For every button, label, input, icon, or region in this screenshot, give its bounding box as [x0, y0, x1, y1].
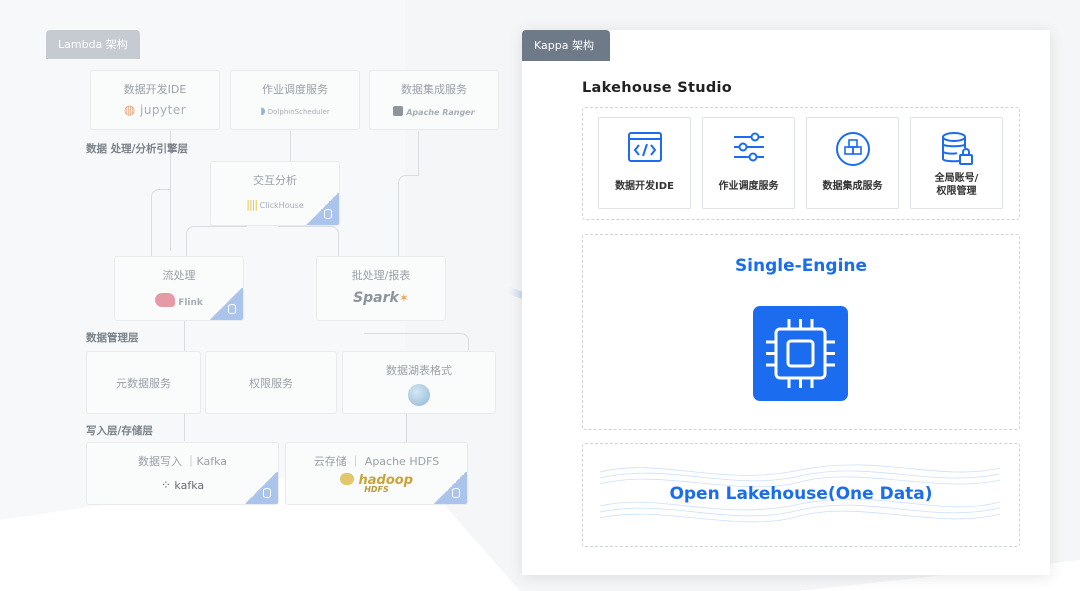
- stream-processing-title: 流处理: [162, 269, 196, 282]
- connector-line: [186, 226, 247, 257]
- stream-processing-box: 流处理 Flink: [114, 256, 244, 321]
- flink-logo-text: Flink: [178, 298, 203, 308]
- lakehouse-studio-title: Lakehouse Studio: [582, 80, 733, 96]
- apache-ranger-logo-text: Apache Ranger: [406, 108, 475, 117]
- cloud-storage-title: 云存储 ｜ Apache HDFS: [313, 455, 440, 468]
- jupyter-logo: ◍ jupyter: [91, 103, 219, 118]
- studio-scheduler-card: 作业调度服务: [702, 117, 795, 209]
- connector-line: [278, 226, 339, 257]
- permission-service-box: 权限服务: [205, 351, 337, 414]
- lambda-architecture-panel: 数据开发IDE ◍ jupyter 作业调度服务 ◗ DolphinSchedu…: [46, 59, 499, 519]
- permission-service-title: 权限服务: [249, 376, 293, 390]
- hadoop-elephant-icon: [339, 473, 354, 485]
- studio-account-permission-card: 全局账号/ 权限管理: [910, 117, 1003, 209]
- kafka-icon: ⁘: [160, 478, 171, 492]
- management-layer-heading: 数据管理层: [86, 332, 139, 344]
- lambda-dev-ide-title: 数据开发IDE: [123, 83, 187, 96]
- lambda-scheduler-box: 作业调度服务 ◗ DolphinScheduler: [230, 70, 360, 130]
- lambda-dev-ide-box: 数据开发IDE ◍ jupyter: [90, 70, 220, 130]
- jupyter-logo-text: jupyter: [139, 103, 187, 117]
- database-badge-icon: [244, 472, 278, 504]
- data-write-box: 数据写入 ｜Kafka ⁘ kafka: [86, 442, 279, 505]
- spark-star-icon: ✶: [398, 291, 409, 305]
- single-engine-title: Single-Engine: [734, 256, 868, 276]
- lambda-integration-box: 数据集成服务 Apache Ranger: [369, 70, 499, 130]
- batch-processing-box: 批处理/报表 Spark✶: [316, 256, 446, 321]
- metadata-service-box: 元数据服务: [86, 351, 201, 414]
- connector-line: [406, 414, 407, 442]
- ranger-icon: [393, 106, 404, 116]
- kafka-logo-text: kafka: [174, 479, 205, 492]
- dolphinscheduler-logo-text: DolphinScheduler: [267, 108, 330, 116]
- studio-scheduler-label: 作业调度服务: [718, 181, 779, 192]
- code-window-icon: [628, 132, 662, 162]
- flink-squirrel-icon: [155, 293, 176, 307]
- table-format-icon: [408, 384, 430, 406]
- jupyter-icon: ◍: [123, 103, 136, 118]
- lambda-scheduler-title: 作业调度服务: [262, 83, 328, 96]
- clickhouse-icon: ||||: [246, 198, 258, 211]
- data-write-title: 数据写入 ｜Kafka: [137, 455, 228, 468]
- cubes-icon: [836, 132, 870, 166]
- dolphin-icon: ◗: [260, 106, 266, 117]
- studio-account-label-line2: 权限管理: [936, 186, 977, 197]
- sliders-icon: [734, 132, 764, 162]
- spark-logo-text: Spark: [353, 290, 399, 306]
- lambda-integration-title: 数据集成服务: [401, 83, 467, 96]
- connector-line: [290, 131, 291, 161]
- database-badge-icon: [209, 288, 243, 320]
- open-lakehouse-title: Open Lakehouse(One Data): [669, 484, 933, 504]
- interactive-analytics-box: 交互分析 |||| ClickHouse: [210, 161, 340, 226]
- lake-table-format-box: 数据湖表格式: [342, 351, 496, 414]
- dolphinscheduler-logo: ◗ DolphinScheduler: [231, 106, 359, 117]
- cpu-chip-icon: [753, 306, 848, 401]
- studio-integration-card: 数据集成服务: [806, 117, 899, 209]
- interactive-analytics-title: 交互分析: [253, 174, 297, 187]
- batch-processing-title: 批处理/报表: [351, 269, 411, 282]
- database-badge-icon: [305, 193, 339, 225]
- connector-line: [418, 131, 419, 175]
- engine-layer-heading: 数据 处理/分析引擎层: [86, 143, 188, 155]
- database-badge-icon: [433, 472, 467, 504]
- connector-line: [151, 189, 171, 256]
- lake-table-format-title: 数据湖表格式: [386, 364, 452, 377]
- clickhouse-logo-text: ClickHouse: [259, 201, 304, 210]
- metadata-service-title: 元数据服务: [116, 376, 171, 390]
- database-lock-icon: [942, 132, 973, 165]
- studio-dev-ide-label: 数据开发IDE: [615, 181, 674, 192]
- write-storage-layer-heading: 写入层/存储层: [86, 425, 153, 437]
- architecture-comparison: Lambda 架构 数据开发IDE ◍ jupyter 作业调度服务 ◗ Dol…: [0, 0, 1080, 591]
- studio-account-permission-label: 全局账号/ 权限管理: [911, 172, 1002, 198]
- connector-line: [398, 175, 419, 256]
- studio-integration-label: 数据集成服务: [822, 181, 883, 192]
- studio-account-label-line1: 全局账号/: [934, 173, 979, 184]
- apache-ranger-logo: Apache Ranger: [370, 106, 498, 117]
- studio-dev-ide-card: 数据开发IDE: [598, 117, 691, 209]
- lambda-architecture-tag: Lambda 架构: [46, 30, 140, 59]
- kappa-architecture-tag: Kappa 架构: [522, 30, 610, 61]
- cloud-storage-box: 云存储 ｜ Apache HDFS hadoop HDFS: [285, 442, 468, 505]
- spark-logo: Spark✶: [317, 290, 445, 306]
- table-format-logo: [343, 384, 495, 409]
